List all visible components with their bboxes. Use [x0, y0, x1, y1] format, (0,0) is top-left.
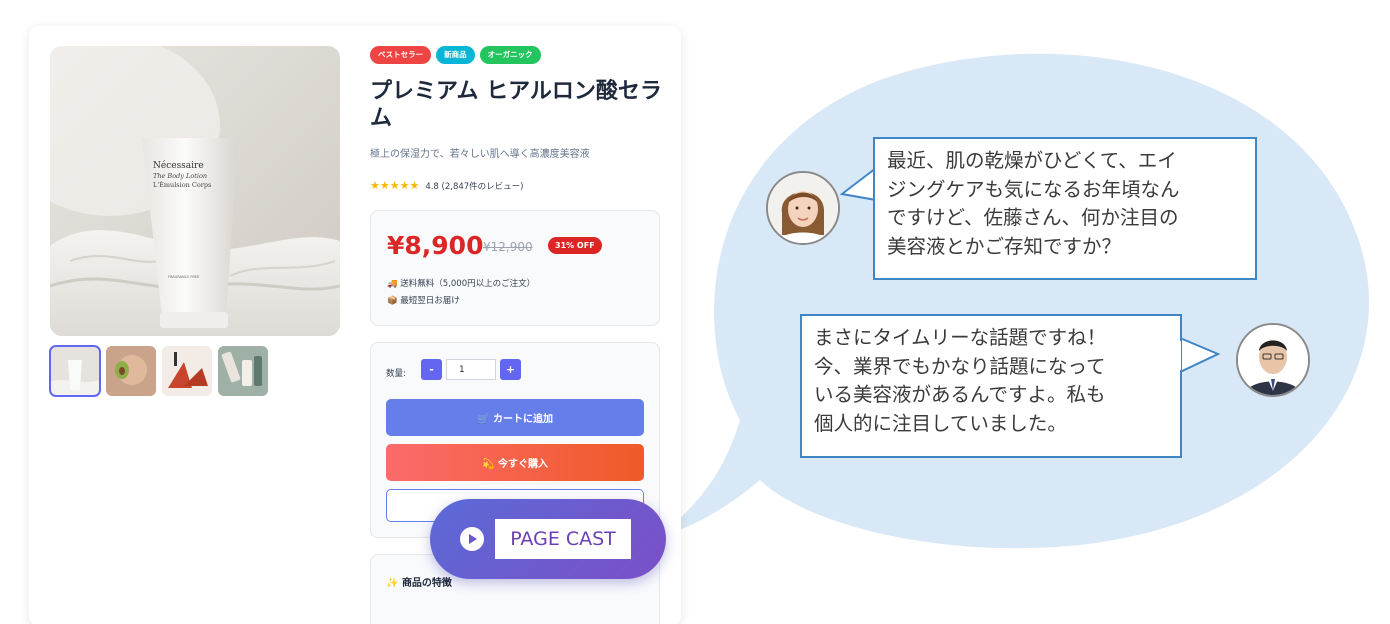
price-box: ¥8,900 ¥12,900 31% OFF 🚚 送料無料（5,000円以上のご…: [370, 210, 660, 326]
svg-text:FRAGRANCE FREE: FRAGRANCE FREE: [168, 275, 199, 279]
badge-bestseller: ベストセラー: [370, 46, 432, 64]
woman-avatar: [766, 171, 840, 245]
shipping-info: 🚚 送料無料（5,000円以上のご注文）: [387, 279, 536, 289]
quantity-label: 数量:: [386, 369, 406, 379]
delivery-info: 📦 最短翌日お届け: [387, 296, 460, 306]
speech-bubble-man: まさにタイムリーな話題ですね！ 今、業界でもかなり話題になって いる美容液がある…: [800, 314, 1182, 458]
discount-badge: 31% OFF: [548, 237, 602, 254]
svg-text:The Body Lotion: The Body Lotion: [153, 172, 207, 180]
quantity-stepper: - 1 +: [421, 359, 521, 380]
product-rating[interactable]: ★★★★★ 4.8 (2,847件のレビュー): [370, 179, 524, 192]
man-avatar: [1236, 323, 1310, 397]
thumbnail-4[interactable]: [218, 346, 268, 396]
rating-text: 4.8 (2,847件のレビュー): [425, 181, 524, 192]
play-icon[interactable]: [460, 527, 484, 551]
thumbnail-2[interactable]: [106, 346, 156, 396]
product-subtitle: 極上の保湿力で、若々しい肌へ導く高濃度美容液: [370, 149, 590, 160]
badge-organic: オーガニック: [479, 46, 541, 64]
quantity-decrease-button[interactable]: -: [421, 359, 442, 380]
current-price: ¥8,900: [387, 231, 484, 260]
buy-now-button[interactable]: 💫 今すぐ購入: [386, 444, 644, 481]
page-cast-label: PAGE CAST: [495, 519, 631, 559]
original-price: ¥12,900: [483, 240, 533, 254]
add-to-cart-button[interactable]: 🛒 カートに追加: [386, 399, 644, 436]
speech-bubble-woman: 最近、肌の乾燥がひどくて、エイ ジングケアも気になるお年頃なん ですけど、佐藤さ…: [873, 137, 1257, 280]
thumbnail-1[interactable]: [49, 345, 101, 397]
thumbnail-3[interactable]: [162, 346, 212, 396]
svg-text:L'Émulsion Corps: L'Émulsion Corps: [153, 180, 211, 189]
quantity-increase-button[interactable]: +: [500, 359, 521, 380]
sparkle-icon: ✨: [386, 578, 399, 589]
features-title: ✨ 商品の特徴: [386, 578, 452, 589]
product-badges: ベストセラー 新商品 オーガニック: [370, 46, 541, 64]
svg-text:Nécessaire: Nécessaire: [153, 160, 204, 171]
product-main-image[interactable]: Nécessaire The Body Lotion L'Émulsion Co…: [50, 46, 340, 336]
star-rating-icon: ★★★★★: [370, 179, 420, 192]
thumbnail-strip: [49, 345, 268, 397]
product-title: プレミアム ヒアルロン酸セラム: [370, 79, 662, 131]
quantity-input[interactable]: 1: [446, 359, 496, 380]
page-cast-button[interactable]: PAGE CAST: [430, 499, 666, 579]
badge-new: 新商品: [436, 46, 475, 64]
